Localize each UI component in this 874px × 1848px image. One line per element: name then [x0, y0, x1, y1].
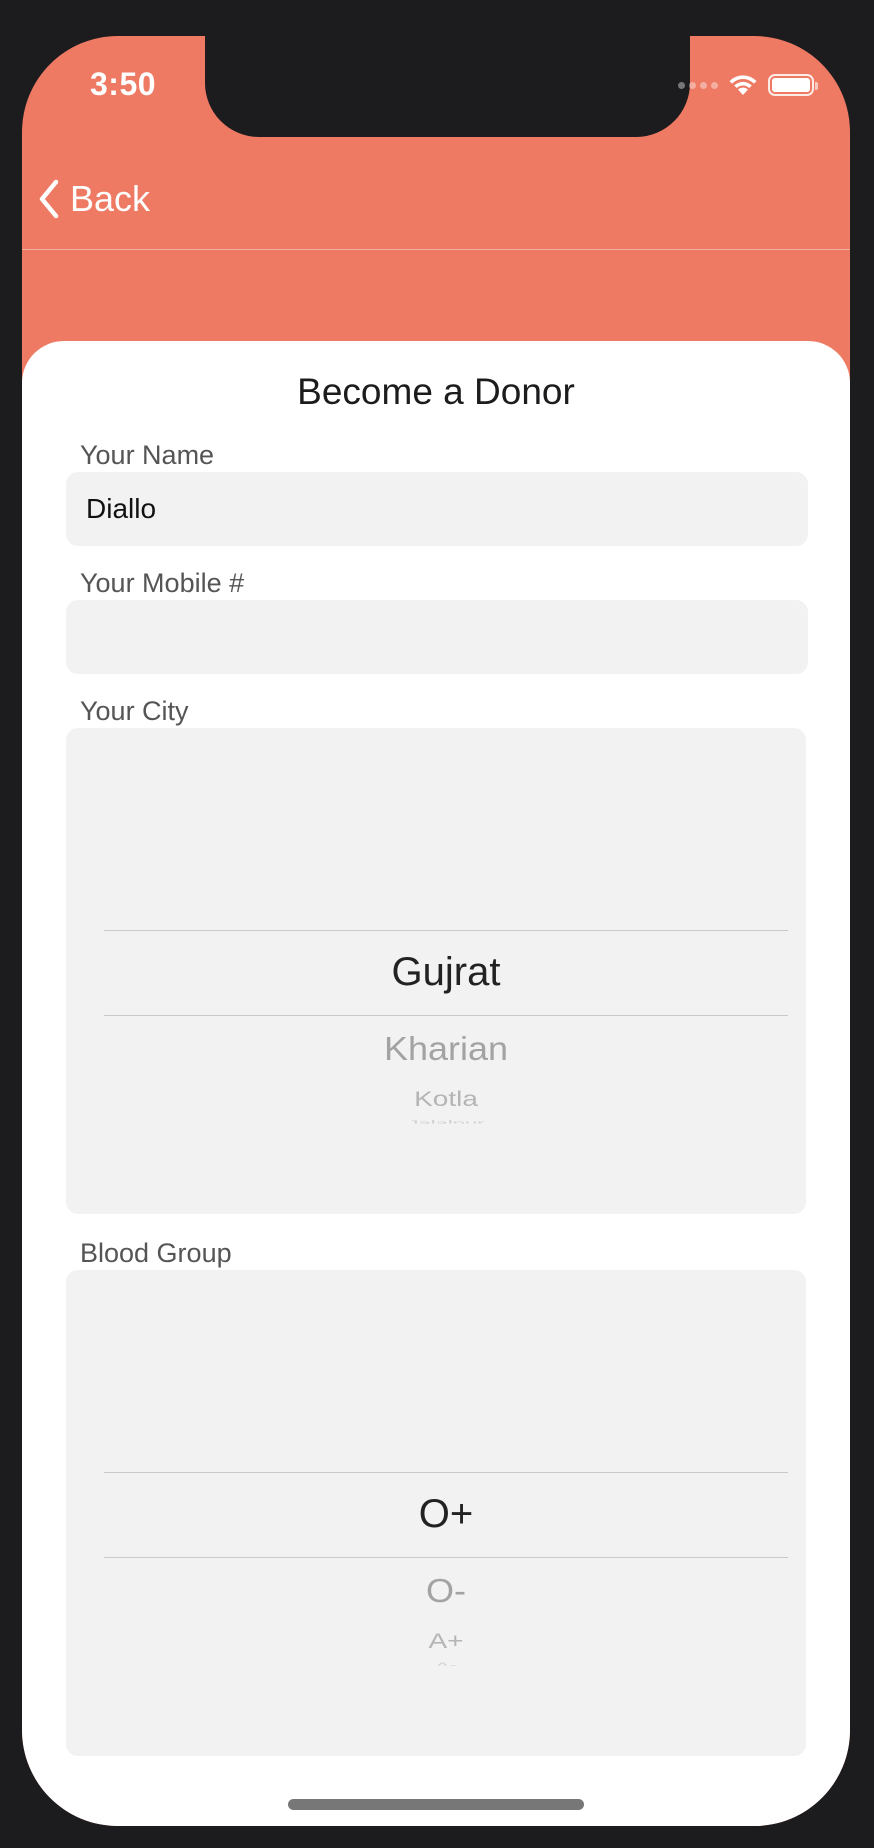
- navigation-bar: Back: [22, 136, 850, 250]
- device-screen: 3:50 Back Become a Donor Your Name Your …: [22, 36, 850, 1826]
- donor-form-card: Become a Donor Your Name Your Mobile # Y…: [22, 341, 850, 1826]
- chevron-left-icon: [39, 179, 59, 219]
- blood-group-picker[interactable]: O+ O- A+ A-: [66, 1270, 806, 1756]
- mobile-label: Your Mobile #: [80, 568, 245, 598]
- notch: [205, 36, 690, 137]
- wifi-icon: [729, 75, 757, 95]
- city-selected-option[interactable]: Gujrat: [104, 950, 788, 995]
- blood-group-option[interactable]: A+: [104, 1629, 788, 1653]
- picker-selection-line-top: [104, 1472, 788, 1473]
- city-option[interactable]: Kharian: [104, 1030, 788, 1069]
- city-option[interactable]: Kotla: [104, 1087, 788, 1111]
- picker-selection-line-bottom: [104, 1557, 788, 1558]
- battery-icon: [768, 74, 818, 96]
- city-picker[interactable]: Gujrat Kharian Kotla Jalalpur: [66, 728, 806, 1214]
- status-time: 3:50: [90, 66, 157, 102]
- home-indicator[interactable]: [288, 1799, 584, 1810]
- name-label: Your Name: [80, 440, 215, 470]
- page-title: Become a Donor: [297, 371, 575, 412]
- name-input[interactable]: [66, 472, 808, 546]
- cellular-signal-icon: [678, 81, 718, 89]
- status-icons: [678, 73, 818, 97]
- blood-group-option[interactable]: A-: [104, 1661, 788, 1666]
- back-button[interactable]: Back: [38, 178, 150, 220]
- blood-group-selected-option[interactable]: O+: [104, 1492, 788, 1537]
- blood-group-option[interactable]: O-: [104, 1572, 788, 1611]
- back-label: Back: [70, 178, 151, 219]
- mobile-input[interactable]: [66, 600, 808, 674]
- city-label: Your City: [80, 696, 189, 726]
- picker-selection-line-top: [104, 930, 788, 931]
- picker-selection-line-bottom: [104, 1015, 788, 1016]
- city-option[interactable]: Jalalpur: [104, 1119, 788, 1124]
- blood-group-label: Blood Group: [80, 1238, 232, 1268]
